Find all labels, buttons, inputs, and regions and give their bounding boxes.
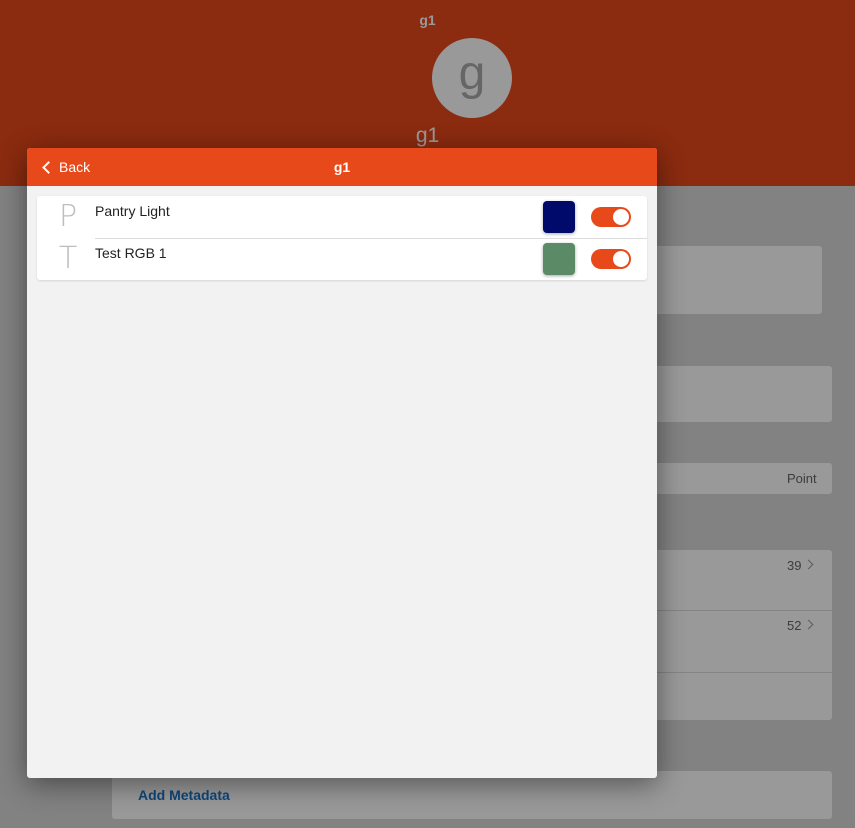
toggle-knob [613, 209, 629, 225]
modal-title: g1 [333, 159, 351, 175]
group-modal: Back g1 P Pantry Light T Test RGB 1 [27, 148, 657, 778]
back-button[interactable]: Back [41, 148, 90, 186]
modal-header: Back g1 [27, 148, 657, 186]
toggle-knob [613, 251, 629, 267]
item-label: Test RGB 1 [95, 245, 167, 261]
item-initial: P [58, 199, 78, 234]
list-item[interactable]: P Pantry Light [37, 196, 647, 238]
back-button-label: Back [59, 159, 91, 175]
enabled-toggle[interactable] [591, 207, 631, 227]
color-swatch[interactable] [543, 201, 575, 233]
device-list: P Pantry Light T Test RGB 1 [37, 196, 647, 280]
color-swatch[interactable] [543, 243, 575, 275]
enabled-toggle[interactable] [591, 249, 631, 269]
item-initial: T [58, 241, 78, 276]
chevron-left-icon [42, 160, 55, 174]
item-label: Pantry Light [95, 203, 170, 219]
list-item[interactable]: T Test RGB 1 [37, 238, 647, 280]
